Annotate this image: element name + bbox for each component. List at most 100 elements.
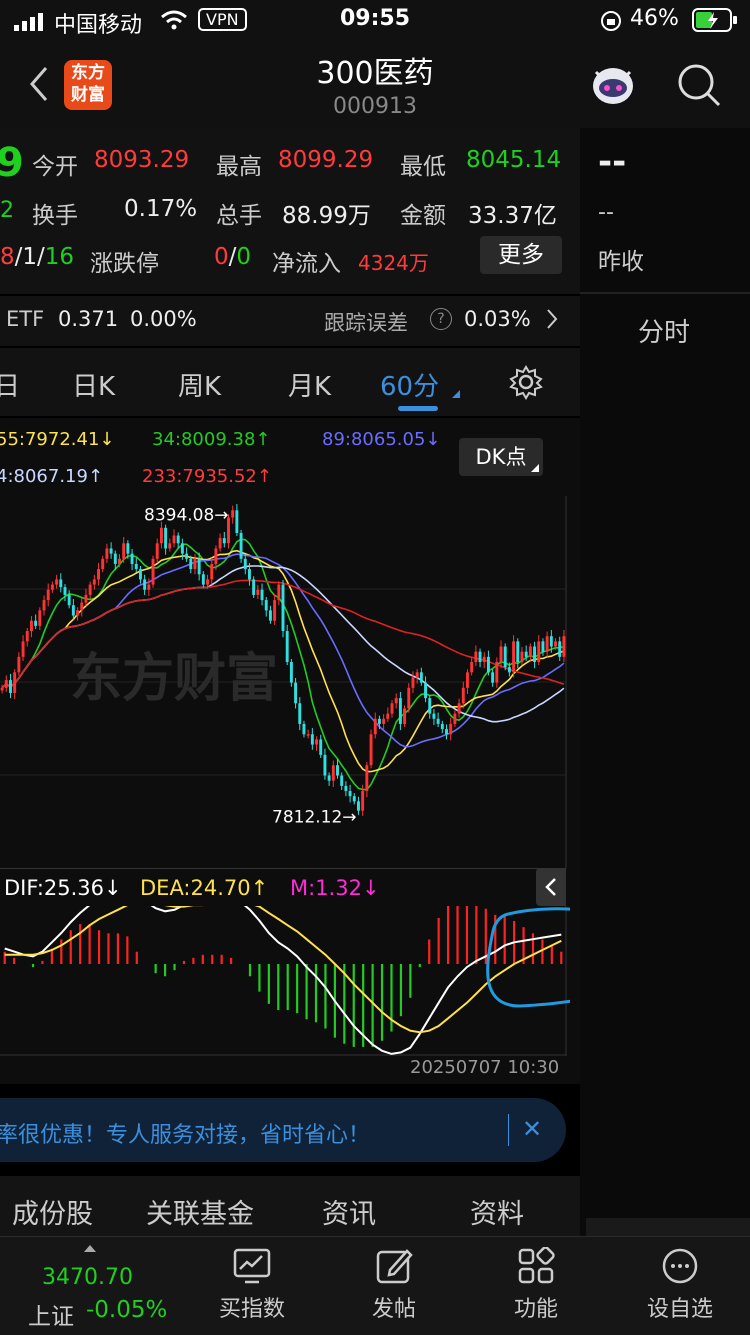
etf-row[interactable]: ETF 0.371 0.00% 跟踪误差 ? 0.03% (0, 296, 580, 346)
wifi-icon (160, 10, 188, 36)
candle (168, 543, 172, 549)
candle (331, 765, 335, 781)
chart-board-icon (233, 1248, 271, 1284)
dk-point-button[interactable]: DK点 (459, 438, 543, 476)
etf-label: ETF (6, 307, 45, 331)
tab-day-partial[interactable]: 日 (0, 366, 20, 403)
candle (29, 620, 33, 632)
app-logo: 东方 财富 (64, 60, 112, 110)
candle (377, 718, 381, 724)
rotation-lock-icon (600, 10, 622, 38)
promo-banner[interactable]: 率很优惠！专人服务对接，省时省心！ ✕ (0, 1098, 566, 1162)
limit-value: 0/0 (214, 244, 252, 270)
candle (0, 687, 4, 691)
candle (281, 584, 285, 632)
tab-profile[interactable]: 资料 (470, 1192, 524, 1231)
clock: 09:55 (340, 6, 411, 31)
tab-weekly-k[interactable]: 周K (178, 366, 221, 403)
candle (298, 703, 302, 724)
candle (59, 579, 63, 588)
candle (369, 734, 373, 766)
amount-value: 33.37亿 (468, 203, 557, 229)
macd-chart[interactable] (0, 906, 570, 1056)
nav-post[interactable]: 发帖 (334, 1247, 454, 1323)
nav-function[interactable]: 功能 (476, 1247, 596, 1323)
search-icon[interactable] (676, 62, 722, 112)
high-label: 最高 (216, 154, 262, 180)
candle (394, 698, 398, 704)
candle (214, 548, 218, 564)
candle (239, 532, 243, 559)
candle (323, 754, 327, 776)
candle (524, 651, 528, 657)
candle (302, 723, 306, 735)
candlestick-chart[interactable]: 东方财富 8394.08→ 7812.12→ (0, 496, 570, 868)
candle (101, 558, 105, 570)
candle (172, 535, 176, 544)
candle (398, 698, 402, 724)
candle (470, 662, 474, 673)
help-icon[interactable]: ? (430, 308, 452, 330)
close-icon[interactable]: ✕ (522, 1115, 542, 1143)
candle (419, 672, 423, 683)
candle (549, 636, 553, 647)
candle (109, 548, 113, 554)
settings-gear-icon[interactable] (508, 364, 544, 407)
candle (118, 558, 121, 564)
candle (390, 703, 394, 714)
nav-add-watchlist[interactable]: 设自选 (620, 1247, 740, 1323)
tab-monthly-k[interactable]: 月K (288, 366, 331, 403)
tab-60min[interactable]: 60分 (380, 366, 439, 403)
candle (294, 682, 298, 704)
promo-text: 率很优惠！专人服务对接，省时省心！ (0, 1123, 371, 1148)
chevron-right-icon[interactable] (546, 308, 558, 335)
candle (256, 589, 260, 595)
carrier-label: 中国移动 (54, 13, 143, 38)
candle (260, 589, 264, 601)
candle (348, 791, 352, 797)
candle (361, 791, 365, 811)
candle (17, 656, 21, 673)
candle (264, 600, 268, 611)
candle (67, 594, 71, 606)
back-arrow-icon[interactable] (26, 64, 50, 108)
candle (562, 636, 566, 657)
index-name: 上证 (28, 1304, 74, 1330)
candle (201, 574, 205, 585)
tab-news[interactable]: 资讯 (322, 1192, 376, 1231)
tab-related-funds[interactable]: 关联基金 (146, 1192, 254, 1231)
candle (88, 584, 92, 595)
more-button[interactable]: 更多 (480, 236, 562, 274)
tab-constituents[interactable]: 成份股 (12, 1192, 93, 1231)
candle (558, 641, 562, 657)
candle (218, 538, 222, 549)
info-tabs: 成份股 关联基金 资讯 资料 (0, 1176, 580, 1236)
candle (440, 723, 444, 730)
candle (155, 543, 159, 559)
candle (407, 687, 411, 709)
robot-assistant-icon[interactable] (588, 62, 638, 112)
min-price-label: 7812.12→ (272, 808, 357, 828)
candle (478, 651, 482, 662)
volume-label: 总手 (216, 203, 262, 229)
battery-percent: 46% (630, 6, 679, 31)
candle (143, 579, 147, 590)
candle (503, 646, 507, 668)
candle (130, 553, 134, 564)
low-label: 最低 (400, 154, 446, 180)
candle (486, 656, 490, 673)
tab-daily-k[interactable]: 日K (72, 366, 115, 403)
dea-line (4, 906, 562, 1034)
tracking-value: 0.03% (464, 307, 531, 331)
grid-icon (518, 1247, 555, 1284)
candle (164, 527, 168, 549)
index-ticker[interactable]: 3470.70 上证 -0.05% (20, 1241, 180, 1331)
nav-buy-index[interactable]: 买指数 (192, 1247, 312, 1323)
tab-intraday[interactable]: 分时 (638, 312, 690, 349)
candle (113, 553, 117, 564)
ma144-label: 4:8067.19↑ (0, 466, 104, 487)
candle (449, 723, 453, 735)
period-tabs: 日 日K 周K 月K 60分 (0, 348, 580, 416)
collapse-arrow-button[interactable] (536, 868, 566, 906)
candle (344, 785, 348, 792)
